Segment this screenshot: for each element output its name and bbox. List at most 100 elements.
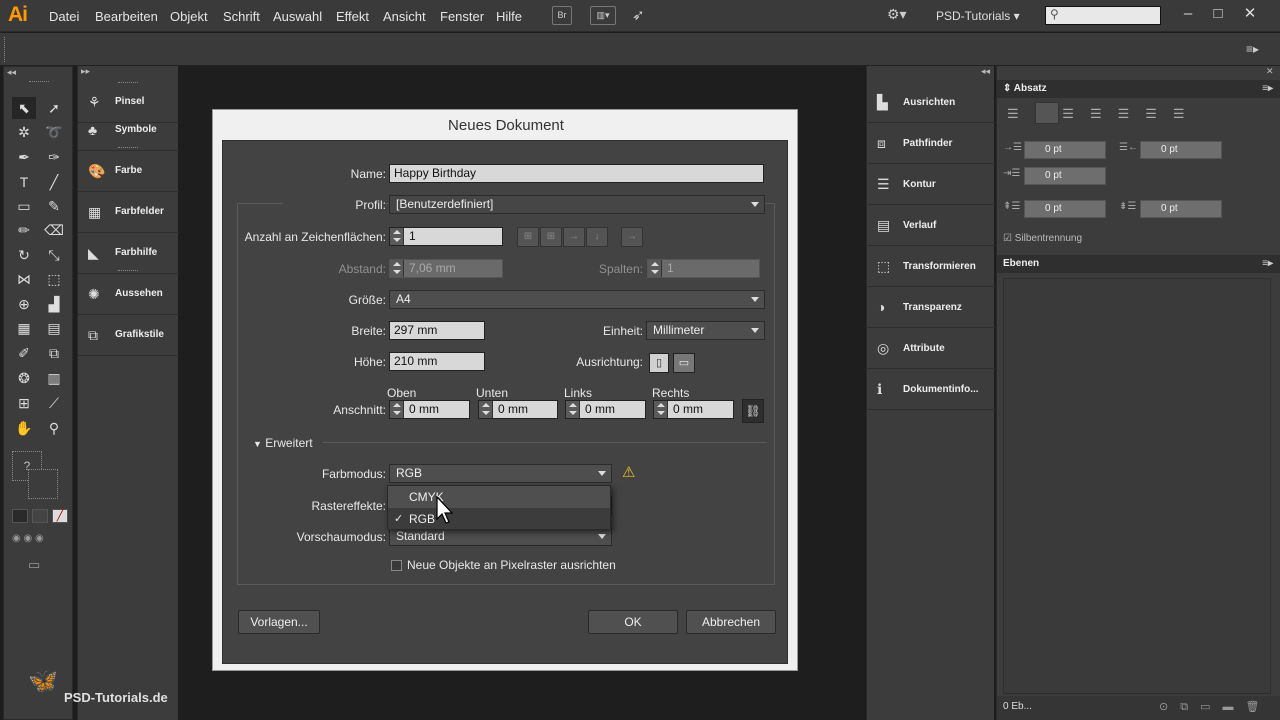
stepper-arrows-icon[interactable] bbox=[479, 401, 493, 418]
link-bleed-icon[interactable]: ⛓ bbox=[742, 399, 764, 423]
panel-transformieren[interactable]: ⬚ Transformieren bbox=[867, 246, 995, 287]
name-input[interactable]: Happy Birthday bbox=[389, 164, 764, 183]
scale-tool-icon[interactable]: ⤡ bbox=[42, 244, 66, 266]
selection-tool-icon[interactable]: ⬉ bbox=[12, 97, 36, 119]
cancel-button[interactable]: Abbrechen bbox=[686, 610, 776, 634]
blend-tool-icon[interactable]: ⧉ bbox=[42, 342, 66, 364]
layer-action-icons[interactable]: ⊙⧉▭▬🗑 bbox=[1159, 700, 1271, 714]
menu-ansicht[interactable]: Ansicht bbox=[383, 9, 426, 24]
gradient-tool-icon[interactable]: ▤ bbox=[42, 317, 66, 339]
close-dock-icon[interactable]: ✕ bbox=[1266, 66, 1274, 77]
menu-datei[interactable]: Datei bbox=[49, 9, 79, 24]
bleed-left-stepper[interactable]: 0 mm bbox=[565, 400, 646, 419]
hand-tool-icon[interactable]: ✋ bbox=[12, 417, 36, 439]
height-input[interactable]: 210 mm bbox=[389, 352, 485, 371]
menu-auswahl[interactable]: Auswahl bbox=[273, 9, 322, 24]
color-mode-icon[interactable] bbox=[12, 509, 28, 523]
right-indent-field[interactable]: 0 pt bbox=[1140, 141, 1222, 159]
dropdown-option-cmyk[interactable]: CMYK bbox=[388, 486, 610, 507]
rotate-tool-icon[interactable]: ↻ bbox=[12, 244, 36, 266]
slice-tool-icon[interactable]: ⟋ bbox=[42, 392, 66, 414]
sync-settings-icon[interactable]: ⚙▾ bbox=[887, 6, 907, 23]
panel-attribute[interactable]: ◎ Attribute bbox=[867, 328, 995, 369]
align-center-icon[interactable] bbox=[1035, 102, 1059, 124]
panel-farbe[interactable]: 🎨 Farbe bbox=[78, 147, 179, 192]
menu-fenster[interactable]: Fenster bbox=[440, 9, 484, 24]
drawing-modes-icon[interactable]: ◉ ◉ ◉ bbox=[12, 533, 44, 544]
panel-transparenz[interactable]: ◑ Transparenz bbox=[867, 287, 995, 328]
stepper-arrows-icon[interactable] bbox=[566, 401, 580, 418]
menu-bearbeiten[interactable]: Bearbeiten bbox=[95, 9, 158, 24]
layers-panel-tab[interactable]: Ebenen ≡▸ bbox=[997, 255, 1280, 273]
dropdown-option-rgb[interactable]: ✓ RGB bbox=[388, 508, 610, 529]
pen-tool-icon[interactable]: ✒ bbox=[12, 146, 36, 168]
workspace-switcher[interactable]: PSD-Tutorials ▾ bbox=[936, 9, 1020, 23]
control-bar-menu-icon[interactable]: ≡▸ bbox=[1246, 42, 1259, 56]
graph-tool-icon[interactable]: ▥ bbox=[42, 367, 66, 389]
bleed-bottom-stepper[interactable]: 0 mm bbox=[478, 400, 558, 419]
hyphenation-checkbox[interactable]: ☑ Silbentrennung bbox=[1003, 233, 1082, 244]
collapse-toolbox-icon[interactable]: ◂◂ bbox=[7, 67, 16, 78]
space-after-field[interactable]: 0 pt bbox=[1140, 200, 1222, 218]
size-select[interactable]: A4 bbox=[389, 290, 765, 309]
first-line-indent-field[interactable]: 0 pt bbox=[1024, 167, 1106, 185]
panel-kontur[interactable]: ☰ Kontur bbox=[867, 164, 995, 205]
panel-pathfinder[interactable]: ⧈ Pathfinder bbox=[867, 123, 995, 164]
width-input[interactable]: 297 mm bbox=[389, 321, 485, 340]
fill-stroke-swatch[interactable]: ? bbox=[12, 451, 62, 503]
ok-button[interactable]: OK bbox=[588, 610, 678, 634]
profile-select[interactable]: [Benutzerdefiniert] bbox=[389, 195, 765, 214]
menu-objekt[interactable]: Objekt bbox=[170, 9, 208, 24]
close-icon[interactable]: ✕ bbox=[1234, 2, 1266, 26]
screen-mode-icon[interactable]: ▭ bbox=[28, 557, 40, 573]
panel-farbhilfe[interactable]: ◣ Farbhilfe bbox=[78, 233, 179, 274]
direct-selection-tool-icon[interactable]: ➚ bbox=[42, 97, 66, 119]
maximize-icon[interactable]: □ bbox=[1202, 2, 1234, 26]
lasso-tool-icon[interactable]: ➰ bbox=[42, 121, 66, 143]
magic-wand-tool-icon[interactable]: ✲ bbox=[12, 121, 36, 143]
zoom-tool-icon[interactable]: ⚲ bbox=[42, 417, 66, 439]
eyedropper-tool-icon[interactable]: ✐ bbox=[12, 342, 36, 364]
rectangle-tool-icon[interactable]: ▭ bbox=[12, 195, 36, 217]
line-tool-icon[interactable]: ╱ bbox=[42, 171, 66, 193]
none-mode-icon[interactable]: ╱ bbox=[52, 509, 68, 523]
symbol-sprayer-tool-icon[interactable]: ❂ bbox=[12, 367, 36, 389]
templates-button[interactable]: Vorlagen... bbox=[238, 610, 320, 634]
pixel-grid-checkbox[interactable] bbox=[391, 560, 402, 571]
menu-schrift[interactable]: Schrift bbox=[223, 9, 260, 24]
unit-select[interactable]: Millimeter bbox=[646, 321, 765, 340]
artboard-tool-icon[interactable]: ⊞ bbox=[12, 392, 36, 414]
perspective-grid-tool-icon[interactable]: ▟ bbox=[42, 293, 66, 315]
landscape-orientation-icon[interactable]: ▭ bbox=[673, 353, 695, 373]
type-tool-icon[interactable]: T bbox=[12, 171, 36, 193]
bleed-right-stepper[interactable]: 0 mm bbox=[653, 400, 734, 419]
panel-menu-icon[interactable]: ≡▸ bbox=[1262, 80, 1273, 98]
help-search-input[interactable]: ⚲ bbox=[1045, 6, 1161, 25]
eraser-tool-icon[interactable]: ⌫ bbox=[42, 219, 66, 241]
bridge-button[interactable]: Br bbox=[552, 6, 572, 25]
panel-dokumentinfo[interactable]: ℹ Dokumentinfo... bbox=[867, 369, 995, 410]
gpu-icon[interactable]: ➶ bbox=[632, 6, 645, 24]
space-before-field[interactable]: 0 pt bbox=[1024, 200, 1106, 218]
curvature-tool-icon[interactable]: ✑ bbox=[42, 146, 66, 168]
stepper-arrows-icon[interactable] bbox=[654, 401, 668, 418]
left-indent-field[interactable]: 0 pt bbox=[1024, 141, 1106, 159]
minimize-icon[interactable]: – bbox=[1172, 2, 1204, 26]
bleed-top-stepper[interactable]: 0 mm bbox=[389, 400, 470, 419]
stepper-arrows-icon[interactable] bbox=[390, 228, 404, 245]
menu-hilfe[interactable]: Hilfe bbox=[496, 9, 522, 24]
shape-builder-tool-icon[interactable]: ⊕ bbox=[12, 293, 36, 315]
panel-aussehen[interactable]: ✺ Aussehen bbox=[78, 270, 179, 315]
panel-menu-icon[interactable]: ≡▸ bbox=[1262, 255, 1273, 273]
menu-effekt[interactable]: Effekt bbox=[336, 9, 369, 24]
gradient-mode-icon[interactable] bbox=[32, 509, 48, 523]
panel-symbole[interactable]: ♣ Symbole bbox=[78, 110, 179, 151]
pencil-tool-icon[interactable]: ✏ bbox=[12, 219, 36, 241]
control-bar-grip[interactable] bbox=[4, 37, 6, 62]
panel-verlauf[interactable]: ▤ Verlauf bbox=[867, 205, 995, 246]
panel-grafikstile[interactable]: ⧉ Grafikstile bbox=[78, 315, 179, 356]
layers-list[interactable] bbox=[1003, 278, 1271, 694]
panel-farbfelder[interactable]: ▦ Farbfelder bbox=[78, 192, 179, 233]
colormode-select[interactable]: RGB bbox=[389, 464, 612, 483]
collapse-panels-icon[interactable]: ◂◂ bbox=[981, 66, 990, 77]
